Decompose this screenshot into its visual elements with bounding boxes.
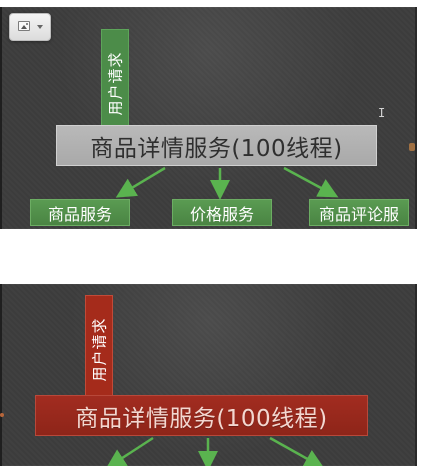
top-service-label-price: 价格服务 xyxy=(189,204,254,224)
top-service-label-product: 商品服务 xyxy=(47,204,112,224)
top-service-box-review: 商品评论服 xyxy=(309,199,409,226)
image-icon xyxy=(18,21,30,31)
text-cursor-icon: I xyxy=(378,106,386,120)
top-slide: 用户请求 商品详情服务(100线程) 商品服务 价格服务 商品评论服 I xyxy=(0,7,417,229)
left-edge-marker xyxy=(0,413,4,417)
top-slide-left-edge xyxy=(0,7,2,229)
screenshot-canvas: 用户请求 商品详情服务(100线程) 商品服务 价格服务 商品评论服 I 用户请… xyxy=(0,0,439,466)
right-edge-marker xyxy=(409,143,415,151)
top-user-request-box: 用户请求 xyxy=(101,29,129,138)
bottom-slide-right-edge xyxy=(415,284,417,466)
top-service-box-product: 商品服务 xyxy=(30,199,130,226)
top-slide-right-edge xyxy=(415,7,417,229)
top-connectors xyxy=(115,166,339,200)
chevron-down-icon xyxy=(37,25,43,29)
image-toolbar[interactable] xyxy=(9,13,51,41)
bottom-arrow-left xyxy=(105,436,154,466)
bottom-slide-left-edge xyxy=(0,284,2,466)
bottom-user-request-box: 用户请求 xyxy=(85,295,113,404)
top-main-service-box: 商品详情服务(100线程) xyxy=(56,125,377,166)
bottom-connectors xyxy=(105,436,325,466)
top-arrow-right xyxy=(283,166,339,198)
bottom-arrow-right xyxy=(269,436,325,466)
bottom-main-service-box: 商品详情服务(100线程) xyxy=(35,395,368,436)
top-service-label-review: 商品评论服 xyxy=(318,204,399,224)
bottom-user-request-label: 用户请求 xyxy=(90,317,109,382)
top-main-service-label: 商品详情服务(100线程) xyxy=(90,135,343,162)
top-arrow-left xyxy=(115,166,166,198)
top-user-request-label: 用户请求 xyxy=(106,51,125,116)
top-service-box-price: 价格服务 xyxy=(172,199,272,226)
bottom-slide: 用户请求 商品详情服务(100线程) xyxy=(0,284,417,466)
bottom-main-service-label: 商品详情服务(100线程) xyxy=(75,405,328,432)
